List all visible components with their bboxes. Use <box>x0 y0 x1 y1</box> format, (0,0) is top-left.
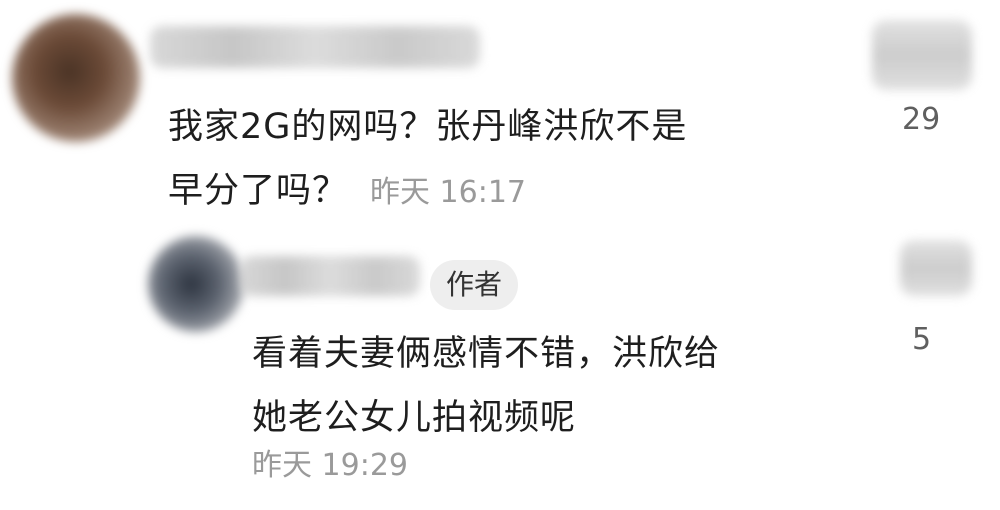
reply-text: 看着夫妻俩感情不错，洪欣给 她老公女儿拍视频呢 <box>252 322 852 450</box>
like-icon[interactable] <box>872 20 972 90</box>
avatar[interactable] <box>12 14 140 142</box>
comment-line-2: 早分了吗？ 昨天 16:17 <box>168 159 808 225</box>
username-blurred[interactable] <box>150 26 480 68</box>
comment-line-2-text: 早分了吗？ <box>168 171 349 211</box>
reply-avatar[interactable] <box>148 236 244 332</box>
comment-line-1: 我家2G的网吗？张丹峰洪欣不是 <box>168 107 688 147</box>
reply-like-icon[interactable] <box>900 240 972 296</box>
author-badge: 作者 <box>430 260 519 310</box>
reply-line-1: 看着夫妻俩感情不错，洪欣给 <box>252 334 721 374</box>
like-count[interactable]: 29 <box>902 102 940 137</box>
reply-username-blurred[interactable] <box>240 256 420 296</box>
reply-timestamp: 昨天 19:29 <box>252 448 408 483</box>
reply-like-count[interactable]: 5 <box>912 322 931 357</box>
comment-timestamp: 昨天 16:17 <box>370 175 527 210</box>
comment-text: 我家2G的网吗？张丹峰洪欣不是 早分了吗？ 昨天 16:17 <box>168 95 808 225</box>
